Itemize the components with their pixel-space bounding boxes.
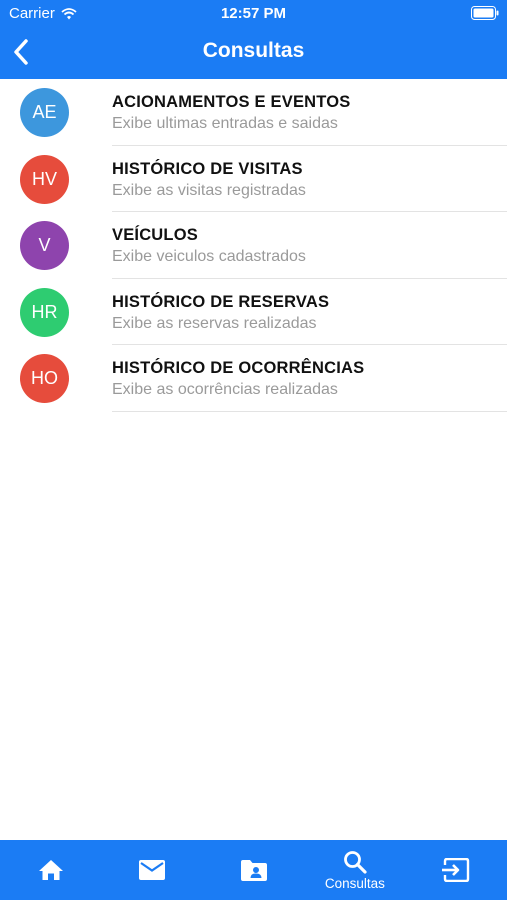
list-item-historico-reservas[interactable]: HR HISTÓRICO DE RESERVAS Exibe as reserv… [0,279,507,345]
top-bar: Carrier 12:57 PM Consultas [0,0,507,79]
battery-icon [471,6,499,20]
exit-icon [442,858,470,882]
avatar-initials: HR [31,301,58,322]
avatar: HR [20,287,69,337]
tab-consultas[interactable]: Consultas [304,840,405,900]
page-title: Consultas [202,39,305,62]
tab-contacts[interactable] [203,840,304,900]
search-icon [344,850,367,874]
list-item-subtitle: Exibe as visitas registradas [112,181,306,199]
list-item-title: VEÍCULOS [112,226,198,244]
list-item-text: HISTÓRICO DE OCORRÊNCIAS Exibe as ocorrê… [112,358,497,401]
status-bar: Carrier 12:57 PM [0,0,507,28]
list-item-subtitle: Exibe as ocorrências realizadas [112,381,338,398]
list-item-text: VEÍCULOS Exibe veiculos cadastrados [112,225,497,268]
tab-home[interactable] [0,840,101,900]
avatar-initials: AE [32,102,57,122]
list-item-text: HISTÓRICO DE VISITAS Exibe as visitas re… [112,159,497,202]
avatar: AE [20,88,69,137]
list-item-veiculos[interactable]: V VEÍCULOS Exibe veiculos cadastrados [0,212,507,279]
list-item-historico-visitas[interactable]: HV HISTÓRICO DE VISITAS Exibe as visitas… [0,146,507,212]
avatar-initials: HO [31,368,58,388]
list-item-title: HISTÓRICO DE OCORRÊNCIAS [112,359,365,377]
list-item-text: HISTÓRICO DE RESERVAS Exibe as reservas … [112,292,497,335]
list-item-historico-ocorrencias[interactable]: HO HISTÓRICO DE OCORRÊNCIAS Exibe as oco… [0,345,507,412]
status-time: 12:57 PM [220,5,287,22]
list-item-title: HISTÓRICO DE VISITAS [112,159,303,178]
list-item-title: ACIONAMENTOS E EVENTOS [112,93,351,111]
tab-exit[interactable] [406,840,507,900]
tab-consultas-label: Consultas [324,875,385,891]
list-item-subtitle: Exibe ultimas entradas e saidas [112,115,338,132]
avatar-initials: V [38,235,51,255]
tab-bar: Consultas [0,840,507,900]
list-item-subtitle: Exibe veiculos cadastrados [112,248,306,265]
list-item-subtitle: Exibe as reservas realizadas [112,314,317,332]
list-item-title: HISTÓRICO DE RESERVAS [112,292,330,311]
tab-messages[interactable] [101,840,202,900]
contact-folder-icon [240,860,267,881]
divider [112,410,507,412]
nav-bar: Consultas [0,28,507,79]
home-icon [38,860,63,880]
avatar: HV [20,154,69,204]
avatar: HO [20,354,69,403]
list-item-acionamentos[interactable]: AE ACIONAMENTOS E EVENTOS Exibe ultimas … [0,79,507,146]
mail-icon [139,860,166,880]
list-item-text: ACIONAMENTOS E EVENTOS Exibe ultimas ent… [112,92,497,135]
avatar-initials: HV [31,168,57,189]
avatar: V [20,221,69,270]
consultas-list: AE ACIONAMENTOS E EVENTOS Exibe ultimas … [0,79,507,412]
